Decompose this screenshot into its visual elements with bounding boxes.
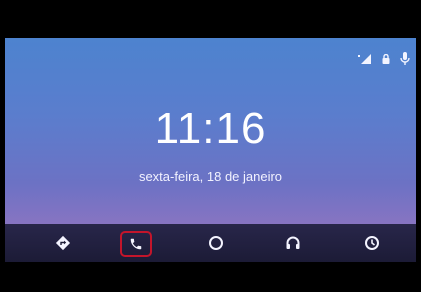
signal-icon [358, 54, 372, 64]
navigation-icon [55, 235, 71, 251]
phone-icon [129, 237, 143, 251]
android-auto-screen: 11:16 sexta-feira, 18 de janeiro [5, 38, 416, 262]
nav-button-music[interactable] [271, 224, 315, 262]
nav-button-navigation[interactable] [41, 224, 85, 262]
clock-time: 11:16 [154, 104, 267, 153]
nav-button-phone[interactable] [114, 224, 158, 262]
headphones-icon [285, 235, 301, 251]
bottom-nav-bar [5, 224, 416, 262]
home-circle-icon [208, 235, 224, 251]
clock-date: sexta-feira, 18 de janeiro [138, 169, 283, 184]
status-bar [358, 52, 410, 66]
nav-button-exit[interactable] [350, 224, 394, 262]
lock-icon [382, 54, 390, 64]
microphone-icon[interactable] [400, 52, 410, 66]
nav-button-home[interactable] [194, 224, 238, 262]
exit-icon [364, 235, 380, 251]
selected-highlight [120, 230, 152, 257]
